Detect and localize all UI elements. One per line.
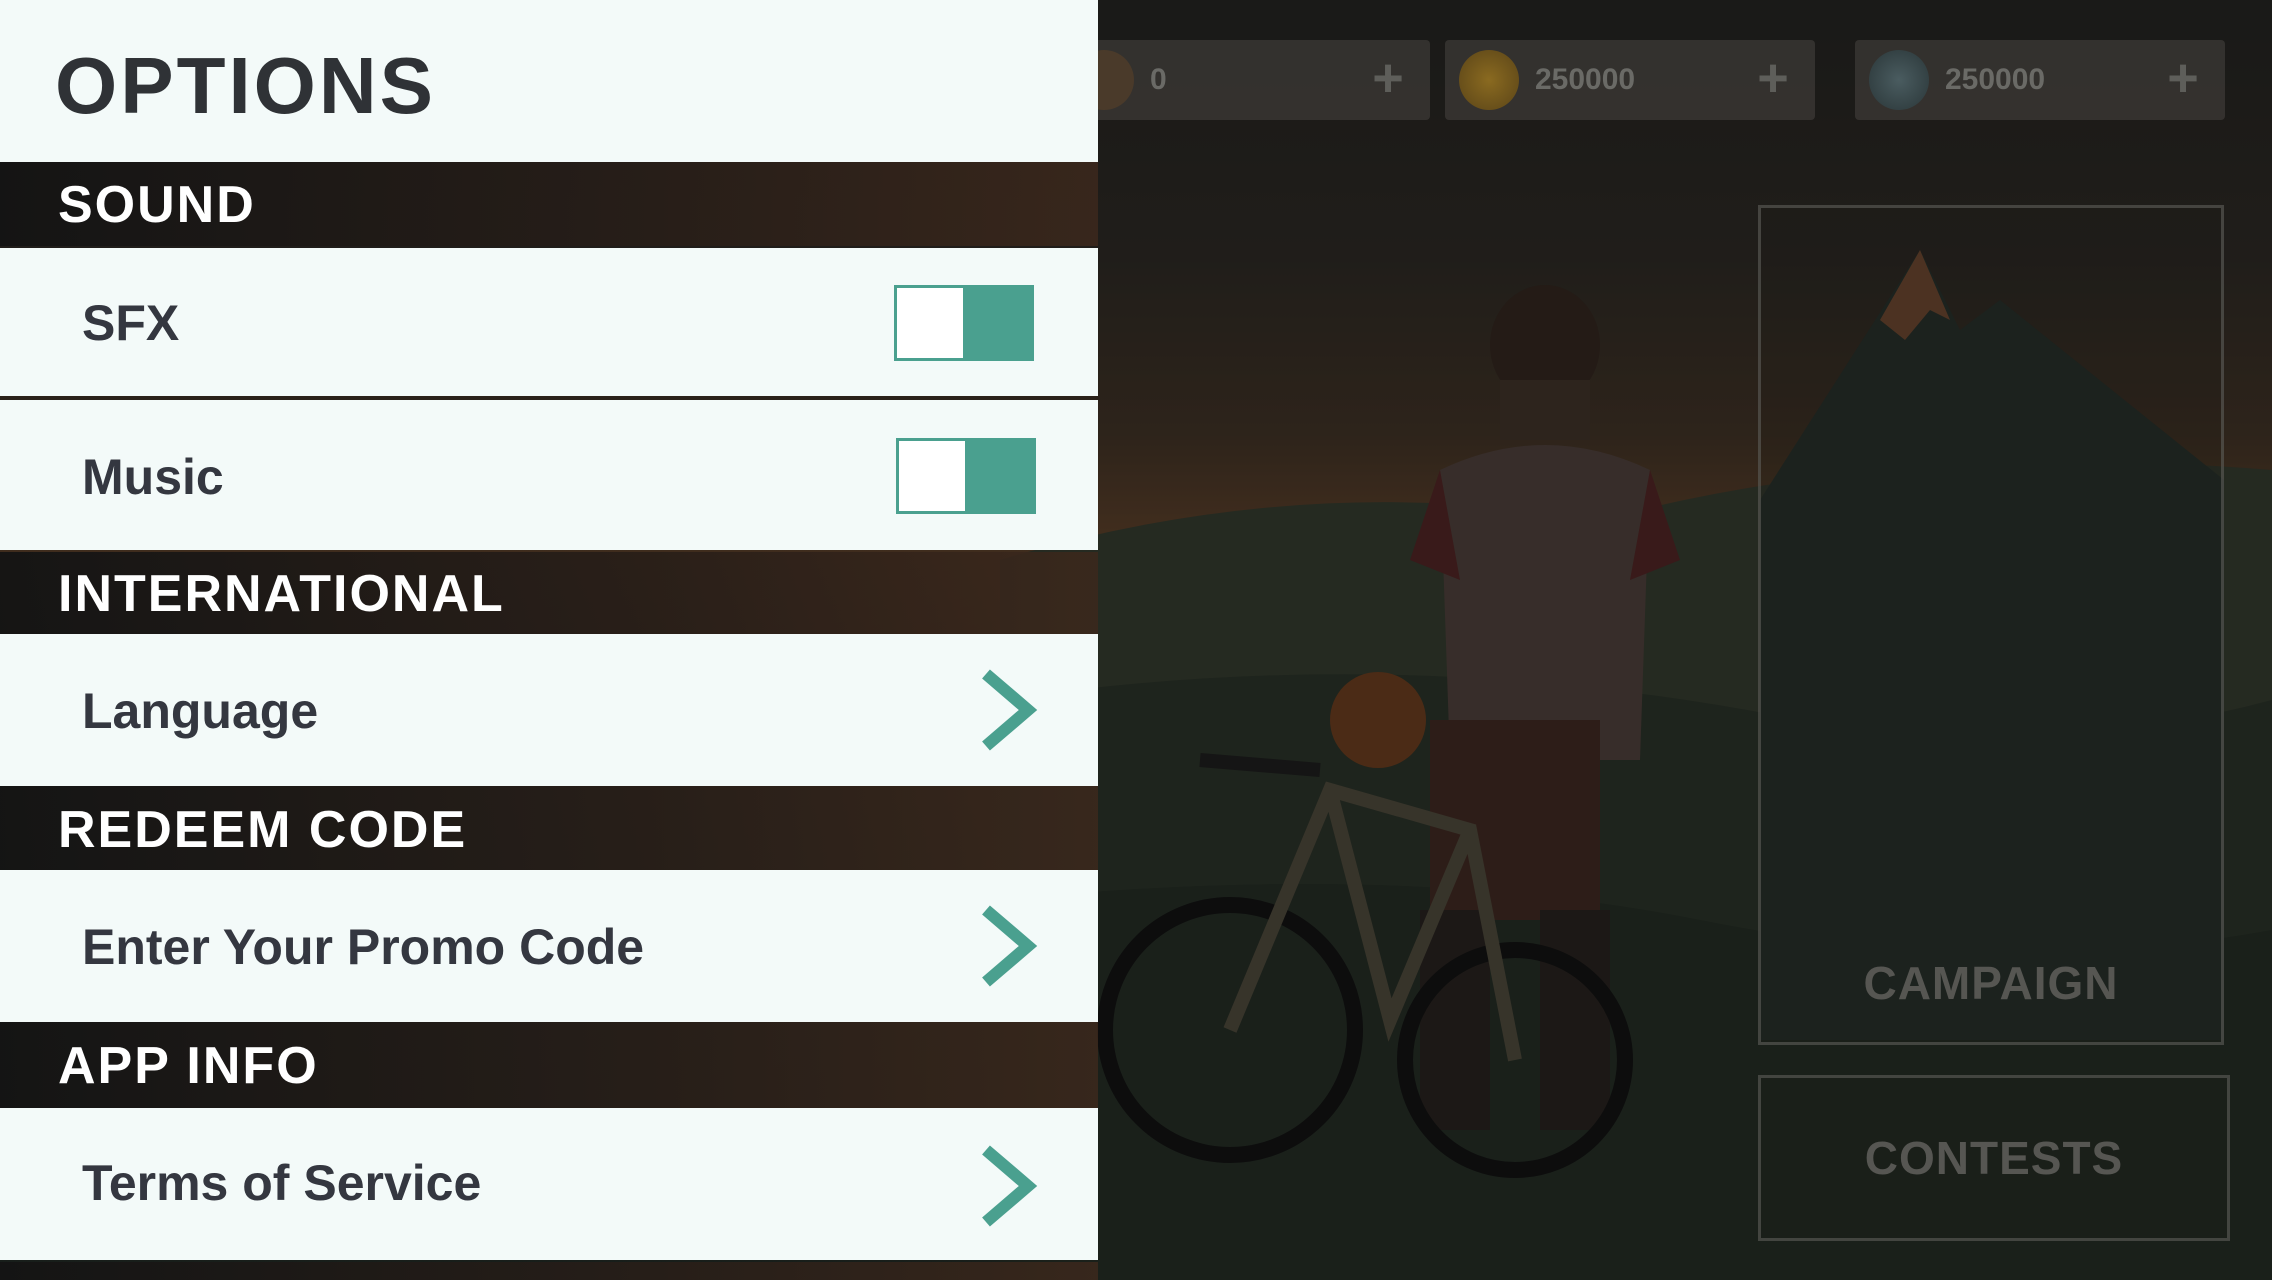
page-title: OPTIONS — [55, 41, 437, 130]
toggle-knob — [899, 441, 965, 511]
campaign-button[interactable]: CAMPAIGN — [1758, 205, 2224, 1045]
terms-label: Terms of Service — [82, 1155, 482, 1211]
currency-amount: 250000 — [1535, 63, 1636, 96]
currency-amount: 0 — [1150, 63, 1167, 96]
section-redeem-code: REDEEM CODE — [0, 786, 1098, 870]
promo-code-row[interactable]: Enter Your Promo Code — [0, 870, 1098, 1022]
section-sound: SOUND — [0, 162, 1098, 246]
currency-bar-tickets: 0 + — [1060, 40, 1430, 120]
add-currency-button[interactable]: + — [2159, 51, 2207, 105]
gold-coin-icon — [1459, 50, 1519, 110]
section-app-info: APP INFO — [0, 1022, 1098, 1108]
contests-button[interactable]: CONTESTS — [1758, 1075, 2230, 1241]
section-label: REDEEM CODE — [58, 801, 468, 859]
sfx-toggle[interactable] — [894, 285, 1034, 361]
contests-label: CONTESTS — [1864, 1132, 2124, 1184]
options-header: OPTIONS — [0, 0, 1098, 162]
terms-row[interactable]: Terms of Service — [0, 1108, 1098, 1260]
options-panel: OPTIONS SOUND SFX Music INTERNATIONAL La… — [0, 0, 1098, 1280]
music-label: Music — [82, 449, 224, 505]
section-international: INTERNATIONAL — [0, 552, 1098, 634]
chevron-right-icon — [982, 905, 1038, 987]
language-label: Language — [82, 683, 319, 739]
toggle-knob — [897, 288, 963, 358]
campaign-label: CAMPAIGN — [1863, 957, 2119, 1009]
add-currency-button[interactable]: + — [1749, 51, 1797, 105]
sfx-label: SFX — [82, 295, 180, 351]
chevron-right-icon — [982, 1145, 1038, 1227]
music-toggle[interactable] — [896, 438, 1036, 514]
currency-amount: 250000 — [1945, 63, 2046, 96]
promo-code-label: Enter Your Promo Code — [82, 919, 645, 975]
currency-bar-coins: 250000 + — [1445, 40, 1815, 120]
section-cut-off — [0, 1262, 1098, 1280]
add-currency-button[interactable]: + — [1364, 51, 1412, 105]
chevron-right-icon — [982, 669, 1038, 751]
gem-icon — [1869, 50, 1929, 110]
section-label: INTERNATIONAL — [58, 565, 505, 623]
sfx-row: SFX — [0, 248, 1098, 396]
music-row: Music — [0, 400, 1098, 550]
section-label: SOUND — [58, 176, 256, 234]
section-label: APP INFO — [58, 1037, 319, 1095]
currency-bar-gems: 250000 + — [1855, 40, 2225, 120]
language-row[interactable]: Language — [0, 634, 1098, 786]
